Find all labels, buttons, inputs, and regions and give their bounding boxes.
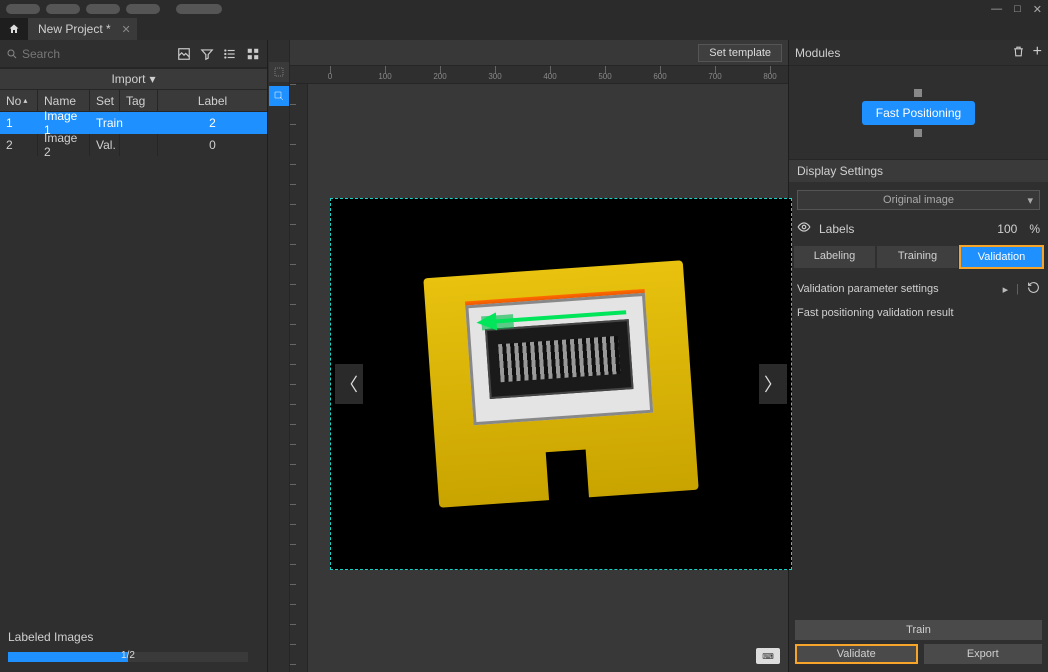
tab-validation[interactable]: Validation: [959, 245, 1044, 269]
visibility-icon[interactable]: [797, 220, 811, 237]
tool-select[interactable]: [269, 62, 289, 82]
validation-result-title: Fast positioning validation result: [789, 303, 1048, 323]
add-module-icon[interactable]: +: [1033, 45, 1042, 61]
tab-training[interactable]: Training: [876, 245, 959, 269]
labeled-images-title: Labeled Images: [8, 630, 259, 644]
grid-view-icon[interactable]: [245, 46, 261, 62]
maximize-icon[interactable]: □: [1014, 3, 1021, 16]
col-header-label[interactable]: Label: [158, 90, 267, 111]
prev-image-button[interactable]: 〈: [335, 364, 363, 404]
train-button[interactable]: Train: [795, 620, 1042, 640]
image-list-panel: Search Import ▾ No▴ Name Set Tag Label 1: [0, 40, 268, 672]
col-header-tag[interactable]: Tag: [120, 90, 158, 111]
image-content: [423, 260, 698, 508]
tab-labeling[interactable]: Labeling: [793, 245, 876, 269]
ruler-horizontal: 0100200300400500600700800: [290, 66, 788, 84]
tabbar: New Project * ✕: [0, 18, 1048, 40]
project-tab[interactable]: New Project * ✕: [28, 18, 138, 40]
labeled-progress-text: 1/2: [121, 650, 135, 661]
labels-word: Labels: [819, 222, 854, 236]
titlebar-menu-placeholder: [6, 4, 222, 14]
export-button[interactable]: Export: [924, 644, 1043, 664]
canvas-panel: Set template 0100200300400500600700800 〈…: [268, 40, 788, 672]
table-row[interactable]: 2 Image 2 Val. 0: [0, 134, 267, 156]
col-header-set[interactable]: Set: [90, 90, 120, 111]
image-mode-dropdown[interactable]: Original image ▾: [797, 190, 1040, 210]
import-label: Import: [111, 72, 145, 86]
search-input[interactable]: Search: [6, 47, 172, 61]
close-icon[interactable]: ✕: [1033, 3, 1042, 16]
search-icon: [6, 48, 18, 60]
validation-param-settings[interactable]: Validation parameter settings ▸ |: [789, 275, 1048, 303]
table-row[interactable]: 1 Image 1 Train 2: [0, 112, 267, 134]
filter-icon[interactable]: [199, 46, 215, 62]
image-table: No▴ Name Set Tag Label 1 Image 1 Train 2…: [0, 90, 267, 156]
list-view-icon[interactable]: [222, 46, 238, 62]
display-settings-header: Display Settings: [789, 160, 1048, 182]
col-header-no[interactable]: No▴: [0, 90, 38, 111]
percent-symbol: %: [1029, 222, 1040, 236]
module-fast-positioning[interactable]: Fast Positioning: [862, 101, 975, 125]
delete-module-icon[interactable]: [1012, 45, 1025, 61]
labeled-progress: 1/2: [8, 652, 248, 662]
right-panel: Modules + Fast Positioning Display Setti…: [788, 40, 1048, 672]
keyboard-icon[interactable]: ⌨: [756, 648, 780, 664]
labels-percent: 100: [997, 222, 1017, 236]
validate-button[interactable]: Validate: [795, 644, 918, 664]
ruler-vertical: [290, 84, 308, 672]
home-button[interactable]: [0, 18, 28, 40]
col-header-name[interactable]: Name: [38, 90, 90, 111]
gallery-view-icon[interactable]: [176, 46, 192, 62]
set-template-button[interactable]: Set template: [698, 44, 782, 62]
image-frame[interactable]: 〈 〉: [330, 198, 792, 570]
canvas[interactable]: 〈 〉 ⌨: [290, 84, 788, 672]
tool-move[interactable]: [269, 86, 289, 106]
titlebar: — □ ✕: [0, 0, 1048, 18]
import-button[interactable]: Import ▾: [0, 68, 267, 90]
caret-down-icon: ▾: [1027, 194, 1033, 207]
minimize-icon[interactable]: —: [991, 3, 1002, 16]
image-mode-value: Original image: [883, 194, 954, 206]
reset-icon[interactable]: [1027, 281, 1040, 297]
next-image-button[interactable]: 〉: [759, 364, 787, 404]
vertical-toolbar: [268, 40, 290, 672]
tab-close-icon[interactable]: ✕: [121, 23, 130, 36]
search-placeholder: Search: [22, 47, 60, 61]
project-tab-label: New Project *: [38, 22, 111, 36]
chevron-right-icon: ▸: [1003, 283, 1009, 296]
home-icon: [8, 23, 20, 35]
caret-down-icon: ▾: [149, 72, 155, 86]
modules-title: Modules: [795, 46, 840, 60]
